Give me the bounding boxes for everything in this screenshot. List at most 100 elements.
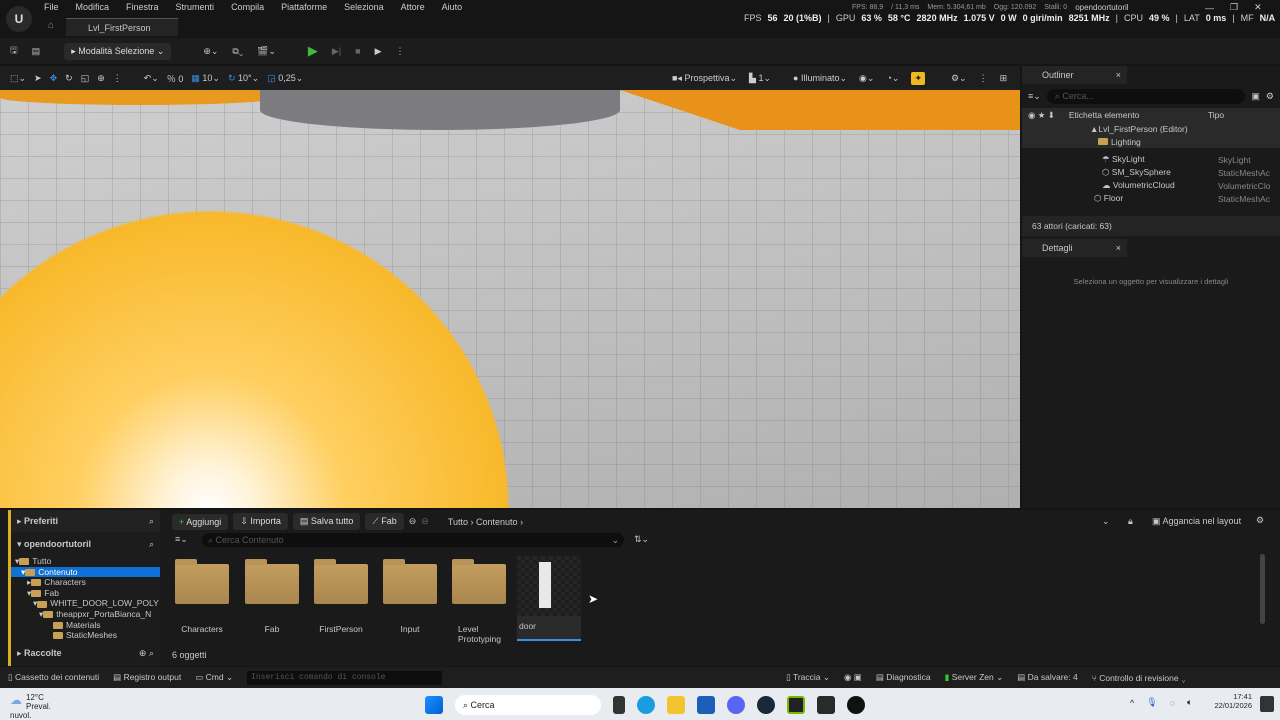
table-row[interactable]: ☁ VolumetricCloud VolumetricClo [1022,179,1280,192]
menu-actor[interactable]: Attore [401,2,425,12]
add-collection-icon[interactable]: ⊕ ⌕ [139,648,154,659]
tree-item[interactable]: ▾ Fab [11,588,160,599]
menu-tools[interactable]: Strumenti [176,2,215,12]
unreal-icon[interactable] [847,696,865,714]
browse-icon[interactable]: ▤ [32,46,41,57]
mode-selector[interactable]: ▸ Modalità Selezione ⌄ [64,42,172,60]
search-icon[interactable]: ⌕ [149,539,154,550]
scale-snap[interactable]: ◲ 0,25⌄ [267,73,303,84]
output-log-button[interactable]: ▤ Registro output [113,672,181,683]
surface-snap-icon[interactable]: ↶⌄ [144,73,159,84]
tree-item[interactable]: ▾ theappxr_PortaBianca_N [11,609,160,620]
diagnostics-button[interactable]: ▤ Diagnostica [876,672,931,683]
wifi-icon[interactable]: ◌ [1170,698,1175,708]
menu-window[interactable]: Finestra [126,2,159,12]
column-label[interactable]: Etichetta elemento [1069,110,1208,120]
trace-button[interactable]: ▯ Traccia ⌄ [786,672,830,683]
weather-widget[interactable]: ☁ 12°C Preval. nuvol. [10,693,58,720]
maximize-icon[interactable]: ❐ [1230,2,1238,13]
menu-edit[interactable]: Modifica [76,2,110,12]
more-icon[interactable]: ⋮ [979,73,988,84]
asset-tile-door[interactable]: door [517,556,581,641]
close-icon[interactable]: × [1116,66,1121,84]
save-all-button[interactable]: ▤ Salva tutto [292,513,361,530]
server-button[interactable]: ▮ Server Zen ⌄ [945,672,1004,683]
file-explorer-icon[interactable] [667,696,685,714]
settings-icon[interactable]: ⚙ [1256,515,1264,526]
stop-icon[interactable]: ■ [355,46,360,56]
menu-select[interactable]: Seleziona [344,2,384,12]
select-mode-icon[interactable]: ⬚⌄ [10,73,26,84]
clock[interactable]: 17:41 22/01/2026 [1206,692,1252,710]
epic-games-icon[interactable] [817,696,835,714]
lock-icon[interactable]: 🔒︎ [1128,516,1133,527]
level-tab[interactable]: Lvl_FirstPerson [66,18,178,36]
table-row[interactable]: ☂ SkyLight SkyLight [1022,153,1280,166]
select-icon[interactable]: ➤ [34,73,42,84]
translate-icon[interactable]: ✥ [50,73,58,84]
dock-button[interactable]: ▣ Aggancia nel layout [1152,516,1241,527]
task-view-icon[interactable] [613,696,625,714]
tree-item[interactable]: ▾ WHITE_DOOR_LOW_POLY [11,598,160,609]
tree-item[interactable]: ▸ Characters [11,577,160,588]
more-icon[interactable]: ⋮ [113,73,122,84]
settings-icon[interactable]: ⚙ [1266,91,1274,102]
notification-icon[interactable] [1260,696,1274,712]
mic-icon[interactable]: 🎙︎ [1146,697,1157,708]
menu-file[interactable]: File [44,2,59,12]
unreal-logo[interactable]: U [6,6,32,32]
folder-tile[interactable]: FirstPerson [309,556,373,634]
realtime-icon[interactable]: ✦ [911,72,925,85]
back-icon[interactable]: ⊖ [409,516,417,527]
windows-start-icon[interactable] [425,696,443,714]
sort-icon[interactable]: ⇅⌄ [634,534,649,545]
project-header[interactable]: ▾ opendoortutoril [17,539,91,550]
edge-icon[interactable] [637,696,655,714]
more-icon[interactable]: ⋮ [395,46,404,57]
chevron-down-icon[interactable]: ⌄ [1102,516,1110,527]
cinematics-icon[interactable]: 🎬⌄ [257,46,276,57]
step-icon[interactable]: ▶| [332,46,341,57]
store-icon[interactable] [697,696,715,714]
content-search[interactable]: ⌕ Cerca Contenuto ⌄ [202,533,624,547]
layout-icon[interactable]: ⊞ [1000,73,1008,84]
blueprint-icon[interactable]: ⧉⌄ [232,46,243,57]
add-actor-icon[interactable]: ⊕⌄ [203,46,218,57]
tree-item[interactable]: Materials [11,620,160,631]
taskbar-search[interactable]: ⌕ Cerca [455,695,601,715]
favorites-header[interactable]: ▸ Preferiti [17,516,58,527]
folder-tile[interactable]: Level Prototyping [447,556,511,644]
scrollbar[interactable] [1260,554,1265,624]
minimize-icon[interactable]: — [1205,3,1214,13]
folder-tile[interactable]: Fab [240,556,304,634]
add-button[interactable]: + Aggiungi [172,513,229,530]
menu-platforms[interactable]: Piattaforme [281,2,327,12]
tree-item[interactable]: ▾ Contenuto [11,566,160,578]
save-icon[interactable]: 🖫 [10,43,18,59]
chevron-up-icon[interactable]: ^ [1130,698,1134,708]
menu-build[interactable]: Compila [231,2,264,12]
home-icon[interactable]: ⌂ [48,20,54,31]
table-row[interactable]: ⬡ SM_SkySphere StaticMeshAc [1022,166,1280,179]
menu-help[interactable]: Aiuto [442,2,463,12]
visibility-icon[interactable]: ◉ ★ ⬇ [1028,110,1055,121]
details-tab[interactable]: Dettagli × [1022,239,1127,257]
rotate-icon[interactable]: ↻ [65,73,73,84]
grid-snap[interactable]: ▦ 10⌄ [191,73,220,84]
close-icon[interactable]: ✕ [1254,2,1262,13]
unsaved-button[interactable]: ▤ Da salvare: 4 [1017,672,1078,683]
camera-dropdown[interactable]: ▙ 1⌄ [749,73,771,84]
settings-icon[interactable]: ⚙⌄ [951,73,967,84]
outliner-search[interactable]: ⌕ Cerca... [1046,88,1246,104]
content-drawer-button[interactable]: ▯ Cassetto dei contenuti [8,672,99,683]
table-row[interactable]: Lighting [1022,135,1280,148]
revision-control-button[interactable]: ⑂ Controllo di revisione ⌄ [1092,673,1186,683]
search-icon[interactable]: ⌕ [149,516,154,527]
level-viewport[interactable] [0,90,1020,508]
angle-snap[interactable]: ↻ 10°⌄ [228,73,259,84]
forward-icon[interactable]: ⊖ [421,516,429,527]
world-icon[interactable]: ⊕ [97,73,105,84]
steam-icon[interactable] [757,696,775,714]
column-type[interactable]: Tipo [1208,110,1224,120]
table-row[interactable]: ▲ Lvl_FirstPerson (Editor) [1022,122,1280,135]
